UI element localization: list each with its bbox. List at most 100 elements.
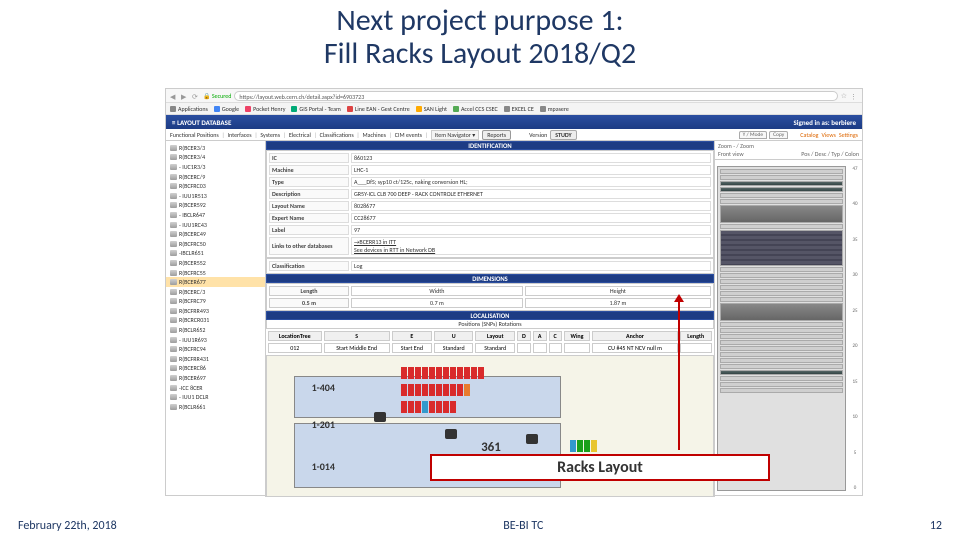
version-label: Version	[529, 131, 547, 139]
cube-icon	[170, 279, 177, 285]
tree-item[interactable]: - IBCLR647	[166, 210, 265, 220]
ident-val: 8028677	[351, 201, 711, 211]
ident-key: Label	[269, 225, 349, 235]
tree-item[interactable]: R(BCFRC50	[166, 239, 265, 249]
rack-view[interactable]	[717, 166, 846, 491]
tree-item[interactable]: R(BCRCR031	[166, 316, 265, 326]
bookmark-item[interactable]: SAN Light	[416, 105, 447, 113]
tree-item[interactable]: R(BCFRR431	[166, 354, 265, 364]
forward-icon[interactable]: ▶	[181, 92, 189, 100]
classification-label: Classification	[269, 261, 349, 271]
tree-item[interactable]: -ICC 8CER	[166, 383, 265, 393]
bookmark-item[interactable]: Line EAN - Gest Centre	[347, 105, 410, 113]
menu-item[interactable]: Functional Positions	[170, 131, 219, 139]
ident-val: 97	[351, 225, 711, 235]
menu-icon[interactable]: ⋮	[850, 92, 858, 100]
menu-item[interactable]: Machines	[362, 131, 386, 139]
tree-item[interactable]: - IUU1 DCLR	[166, 392, 265, 402]
tree-item[interactable]: R(BCER552	[166, 258, 265, 268]
tree-item[interactable]: R(BCFRC03	[166, 181, 265, 191]
tree-item[interactable]: R(BCFRC94	[166, 344, 265, 354]
bookmark-item[interactable]: EXCEL CE	[504, 105, 534, 113]
room-label: 1-201	[312, 418, 335, 431]
main-menu: Functional Positions| Interfaces| System…	[166, 129, 862, 141]
tree-item[interactable]: - IUU1R693	[166, 335, 265, 345]
cube-icon	[170, 317, 177, 323]
cube-icon	[170, 327, 177, 333]
menu-item[interactable]: Systems	[260, 131, 280, 139]
cube-icon	[170, 346, 177, 352]
menu-item[interactable]: Classifications	[320, 131, 354, 139]
url-input[interactable]: https://layout.web.cern.ch/detail.aspx?i…	[234, 91, 837, 101]
rack-zoom-controls[interactable]: Zoom - / ZoomFront view Pos / Desc / Typ…	[715, 141, 862, 160]
bookmark-item[interactable]: mpasere	[540, 105, 569, 113]
tree-item[interactable]: -IBCLR651	[166, 249, 265, 259]
bookmark-item[interactable]: Accel CCS CSEC	[453, 105, 498, 113]
tree-item[interactable]: R(BCER677	[166, 277, 265, 287]
link-catalog[interactable]: Catalog	[800, 131, 818, 139]
tree-item[interactable]: - IUU1R513	[166, 191, 265, 201]
tree-panel[interactable]: R(BCER3/3R(BCER3/4- IUC1R3/3R(BCERC/9R(B…	[166, 141, 266, 497]
view-tab[interactable]: Copy	[769, 131, 788, 139]
area-label: 361	[481, 440, 501, 455]
link-views[interactable]: Views	[822, 131, 836, 139]
bookmark-item[interactable]: GIS Portal - Team	[291, 105, 340, 113]
tree-item[interactable]: R(BCFRR493	[166, 306, 265, 316]
tree-item[interactable]: R(BCER592	[166, 201, 265, 211]
tree-item[interactable]: - IUU1RC43	[166, 220, 265, 230]
callout-box: Racks Layout	[430, 454, 770, 481]
cube-icon	[170, 212, 177, 218]
loc-subheader: Positions (SNPs) Rotations	[266, 320, 714, 329]
ident-val: CC28677	[351, 213, 711, 223]
classification-row: Classification Log	[266, 258, 714, 274]
cube-icon	[170, 260, 177, 266]
cube-icon	[170, 145, 177, 151]
slide-footer: February 22th, 2018 BE-BI TC 12	[0, 516, 960, 536]
cube-icon	[170, 308, 177, 314]
browser-window: ◀ ▶ ⟳ 🔒 Secured https://layout.web.cern.…	[165, 88, 863, 496]
tree-item[interactable]: R(BCER3/3	[166, 143, 265, 153]
footer-center: BE-BI TC	[117, 519, 930, 533]
tree-item[interactable]: R(BCER697	[166, 373, 265, 383]
menu-item[interactable]: Interfaces	[228, 131, 252, 139]
secure-badge: 🔒 Secured	[203, 92, 231, 100]
room-label: 1-014	[312, 460, 335, 473]
ident-val: GR5Y-ICL CLB 700 DEEP - RACK CONTROLE ET…	[351, 189, 711, 199]
bookmark-star-icon[interactable]: ☆	[841, 91, 847, 100]
bookmark-item[interactable]: Google	[214, 105, 239, 113]
tree-item[interactable]: R(BCFRC55	[166, 268, 265, 278]
menu-item[interactable]: CIM events	[395, 131, 422, 139]
menu-item[interactable]: Electrical	[289, 131, 311, 139]
slide-title: Next project purpose 1: Fill Racks Layou…	[0, 0, 960, 70]
bookmark-item[interactable]: Pocket Henry	[245, 105, 285, 113]
tree-item[interactable]: R(BCERC/9	[166, 172, 265, 182]
version-value[interactable]: STUDY	[550, 130, 576, 140]
tree-item[interactable]: - IUC1R3/3	[166, 162, 265, 172]
cube-icon	[170, 231, 177, 237]
cube-icon	[170, 183, 177, 189]
ident-val: 860123	[351, 153, 711, 163]
back-icon[interactable]: ◀	[170, 92, 178, 100]
tree-item[interactable]: R(BCLR661	[166, 402, 265, 412]
tree-item[interactable]: R(BCERC49	[166, 229, 265, 239]
reports-button[interactable]: Reports	[482, 130, 511, 140]
view-tab[interactable]: Y / Mode	[739, 131, 768, 139]
link-settings[interactable]: Settings	[839, 131, 858, 139]
bookmark-item[interactable]: Applications	[170, 105, 208, 113]
title-line-1: Next project purpose 1:	[0, 4, 960, 37]
nav-dropdown[interactable]: Item Navigator ▾	[431, 130, 479, 140]
reload-icon[interactable]: ⟳	[192, 92, 200, 100]
cube-icon	[170, 250, 177, 256]
cube-icon	[170, 193, 177, 199]
ident-key: Description	[269, 189, 349, 199]
bookmarks-bar: Applications Google Pocket Henry GIS Por…	[166, 103, 862, 115]
footer-date: February 22th, 2018	[18, 519, 117, 533]
cube-icon	[170, 270, 177, 276]
tree-item[interactable]: R(BCFRC79	[166, 297, 265, 307]
tree-item[interactable]: R(BCERC/3	[166, 287, 265, 297]
section-dimensions: DIMENSIONS	[266, 274, 714, 283]
tree-item[interactable]: R(BCER3/4	[166, 153, 265, 163]
tree-item[interactable]: R(BCERC86	[166, 364, 265, 374]
tree-item[interactable]: R(BCLR652	[166, 325, 265, 335]
ident-key: Type	[269, 177, 349, 187]
